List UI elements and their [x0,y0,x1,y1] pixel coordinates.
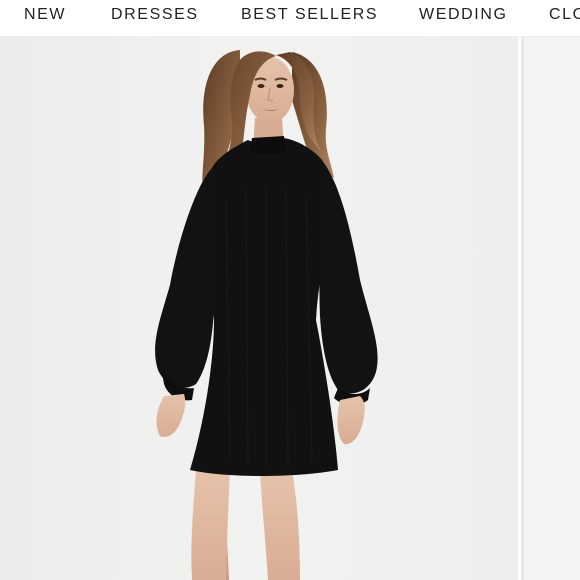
top-navigation: NEW DRESSES BEST SELLERS WEDDING CLO [0,0,580,37]
nav-item-best-sellers[interactable]: BEST SELLERS [241,6,378,24]
nav-item-new[interactable]: NEW [24,6,66,24]
next-product-photo-edge[interactable] [521,37,580,580]
nav-item-clothing[interactable]: CLO [549,6,580,24]
model-in-black-dress-photo [0,37,518,580]
product-photo[interactable] [0,37,518,580]
nav-item-wedding[interactable]: WEDDING [419,6,508,24]
next-photo-placeholder [521,37,580,580]
nav-item-dresses[interactable]: DRESSES [111,6,199,24]
